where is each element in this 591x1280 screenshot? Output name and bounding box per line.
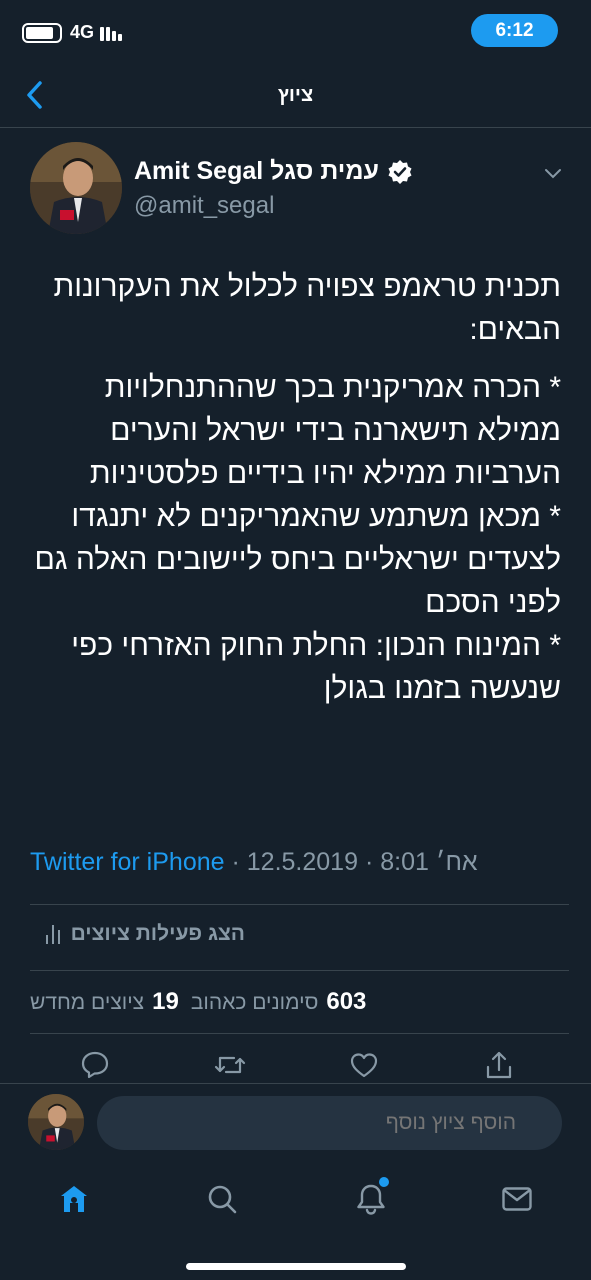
- activity-label: הצג פעילות ציוצים: [70, 922, 245, 945]
- tab-bar: [0, 1161, 591, 1280]
- tab-search[interactable]: [202, 1179, 242, 1219]
- signal-icon: [100, 25, 123, 41]
- author-handle[interactable]: @amit_segal: [134, 192, 274, 220]
- view-tweet-activity-button[interactable]: הצג פעילות ציוצים: [45, 922, 245, 946]
- status-bar: 4G 6:12: [0, 0, 591, 66]
- retweets-count: 19: [152, 988, 179, 1015]
- status-left: 4G: [22, 22, 123, 43]
- tab-home[interactable]: [54, 1179, 94, 1219]
- share-icon: [486, 1051, 512, 1079]
- notifications-icon: [357, 1184, 385, 1215]
- meta-separator: ·: [364, 848, 374, 876]
- like-icon: [351, 1053, 378, 1078]
- bar-chart-icon: [45, 925, 60, 944]
- retweet-icon: [214, 1056, 245, 1074]
- page-title: ציוץ: [277, 84, 314, 106]
- share-button[interactable]: [482, 1048, 516, 1082]
- messages-icon: [502, 1187, 532, 1211]
- verified-badge-icon: [388, 159, 412, 184]
- tweet-meta: Twitter for iPhone · 12.5.2019 · 8:01 אח…: [30, 848, 561, 877]
- home-icon: [61, 1186, 87, 1212]
- tweet-author: Amit Segal עמית סגל @amit_segal: [30, 140, 571, 240]
- reply-button[interactable]: [78, 1048, 112, 1082]
- tweet-source-link[interactable]: Twitter for iPhone: [30, 848, 225, 876]
- top-nav: ציוץ: [0, 66, 591, 128]
- avatar[interactable]: [30, 142, 122, 234]
- home-indicator: [186, 1263, 406, 1270]
- retweets-stat[interactable]: 19 ציוצים מחדש: [30, 988, 179, 1016]
- reply-input[interactable]: [97, 1096, 562, 1150]
- tab-notifications[interactable]: [351, 1177, 391, 1219]
- like-button[interactable]: [347, 1048, 381, 1082]
- reply-icon: [81, 1051, 109, 1079]
- likes-count: 603: [326, 988, 367, 1015]
- tweet-date: 12.5.2019: [246, 848, 358, 876]
- retweet-button[interactable]: [213, 1048, 247, 1082]
- reply-bar: [0, 1083, 591, 1161]
- search-icon: [208, 1185, 237, 1214]
- tweet-text: תכנית טראמפ צפויה לכלול את העקרונות הבאי…: [22, 265, 561, 710]
- tweet-time: 8:01 אח׳: [380, 848, 478, 876]
- tweet-actions: [78, 1048, 516, 1082]
- tweet-paragraph: * הכרה אמריקנית בכך שההתנחלויות ממילא תי…: [89, 371, 561, 490]
- notification-dot: [379, 1177, 389, 1187]
- meta-separator: ·: [231, 848, 240, 876]
- avatar[interactable]: [28, 1094, 84, 1150]
- network-type: 4G: [70, 22, 95, 42]
- author-name-line: Amit Segal עמית סגל: [134, 157, 413, 186]
- retweets-label: ציוצים מחדש: [30, 991, 145, 1014]
- tab-messages[interactable]: [497, 1179, 537, 1219]
- likes-stat[interactable]: 603 סימונים כאהוב: [191, 988, 367, 1016]
- tweet-options-button[interactable]: [543, 166, 563, 185]
- divider: [30, 1033, 569, 1034]
- tweet-paragraph: * המינוח הנכון: החלת החוק האזרחי כפי שנע…: [71, 629, 561, 705]
- divider: [30, 904, 569, 905]
- tweet-paragraph: * מכאן משתמע שהאמריקנים לא יתנגדו לצעדים…: [34, 500, 561, 619]
- divider: [30, 970, 569, 971]
- battery-icon: [22, 22, 62, 43]
- author-display-name: Amit Segal עמית סגל: [134, 157, 379, 185]
- likes-label: סימונים כאהוב: [190, 991, 319, 1014]
- tweet-stats: 603 סימונים כאהוב 19 ציוצים מחדש: [30, 988, 366, 1016]
- tweet-paragraph: תכנית טראמפ צפויה לכלול את העקרונות הבאי…: [53, 270, 561, 346]
- chevron-down-icon: [545, 169, 561, 179]
- status-time: 6:12: [471, 14, 558, 47]
